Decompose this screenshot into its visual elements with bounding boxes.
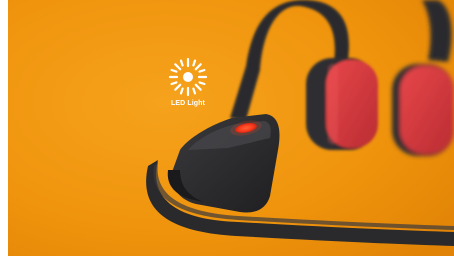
sun-icon <box>168 57 208 97</box>
left-ear-unit <box>306 58 378 150</box>
product-photo <box>8 0 454 256</box>
led-light-callout: LED Light <box>160 56 216 107</box>
led-light-label: LED Light <box>171 100 205 107</box>
